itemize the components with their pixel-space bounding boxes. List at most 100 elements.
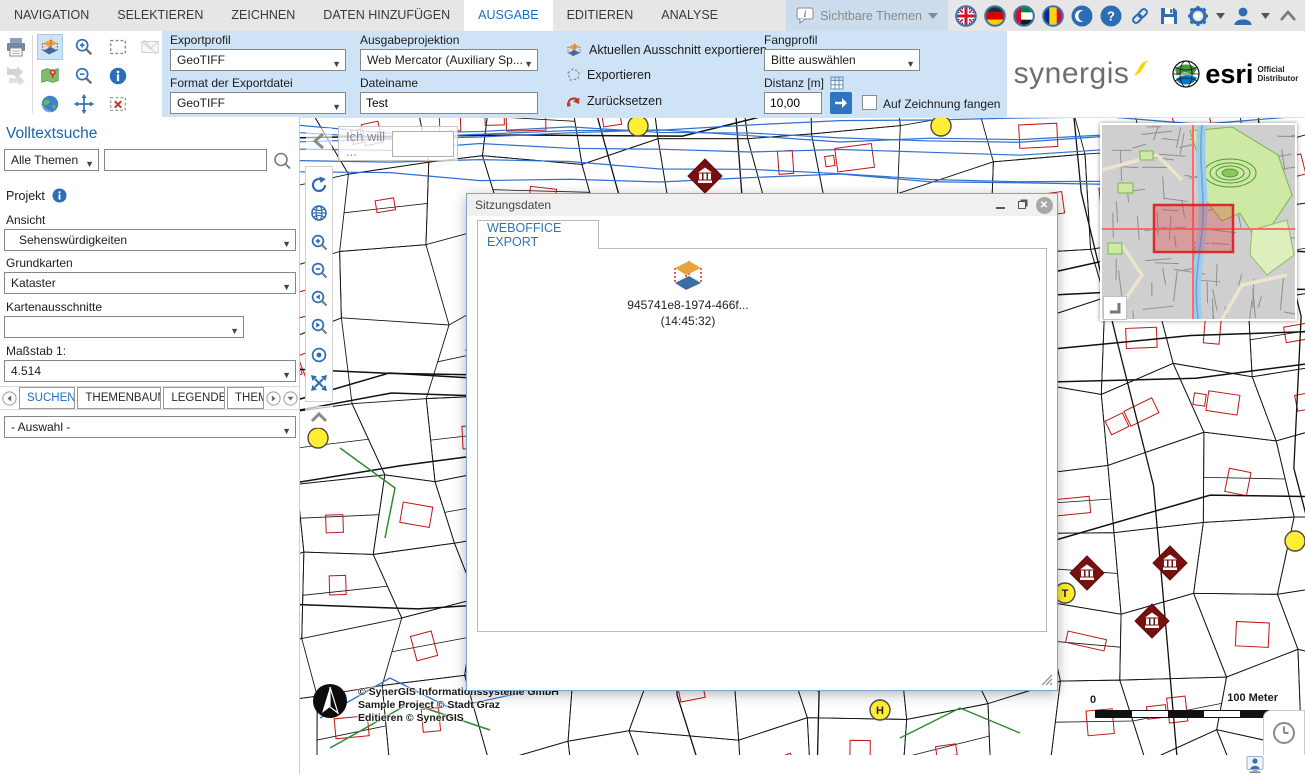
i-want-to-widget[interactable]: Ich will ... [338, 126, 458, 161]
zoom-next-icon[interactable] [309, 316, 329, 336]
overview-collapse-icon[interactable] [1103, 296, 1127, 320]
export-current-extent-button[interactable]: Aktuellen Ausschnitt exportieren [565, 41, 767, 59]
full-screen-expand-icon[interactable] [309, 373, 329, 393]
dialog-resize-handle[interactable] [1039, 672, 1053, 686]
collapse-ribbon-chevron-up-icon[interactable] [1277, 5, 1299, 27]
menu-zeichnen[interactable]: ZEICHNEN [217, 0, 309, 31]
snap-drawing-checkbox[interactable] [862, 95, 877, 110]
print-icon[interactable] [4, 35, 28, 59]
tab-themenbaum[interactable]: THEMENBAUM [77, 387, 161, 409]
menu-daten-hinzufuegen[interactable]: DATEN HINZUFÜGEN [309, 0, 464, 31]
menu-navigation[interactable]: NAVIGATION [0, 0, 103, 31]
menu-editieren[interactable]: EDITIEREN [553, 0, 648, 31]
reset-button[interactable]: Zurücksetzen [565, 93, 662, 109]
visible-themes-dropdown[interactable]: i Sichtbare Themen [786, 0, 948, 31]
export-extent-tool-icon[interactable] [38, 35, 62, 59]
dialog-restore-icon[interactable] [1013, 196, 1031, 214]
dialog-tab-weboffice-export[interactable]: WEBOFFICE EXPORT [477, 220, 599, 249]
scale-label: Maßstab 1: [6, 344, 66, 358]
export-data-disabled-icon[interactable] [4, 64, 28, 88]
map-extent-select[interactable]: ▼ [4, 316, 244, 338]
help-icon[interactable]: ? [1100, 5, 1122, 27]
dashed-polygon-icon [565, 67, 581, 83]
synergis-logo: synergis [1014, 59, 1150, 89]
menu-ausgabe[interactable]: AUSGABE [464, 0, 552, 31]
dialog-close-icon[interactable]: ✕ [1035, 196, 1053, 214]
view-select[interactable]: Sehenswürdigkeiten▼ [4, 229, 296, 251]
select-extent-icon[interactable] [106, 35, 130, 59]
search-icon[interactable] [272, 151, 292, 171]
info-tool-icon[interactable] [106, 64, 130, 88]
ausgabe-ribbon-panel: Exportprofil GeoTIFF▼ Format der Exportd… [162, 31, 1007, 117]
tabs-scroll-right-icon[interactable] [266, 391, 281, 406]
scalebar-distance-label: 100 Meter [1178, 692, 1278, 704]
map-toolbar-collapse-chevron-left-icon[interactable] [306, 128, 332, 154]
snap-drawing-label: Auf Zeichnung fangen [883, 97, 1000, 111]
tab-legende[interactable]: LEGENDE [163, 387, 225, 409]
map-toolbar-chevron-up-icon[interactable] [305, 406, 333, 428]
theme-filter-select[interactable]: Alle Themen▼ [4, 149, 99, 171]
share-link-icon[interactable] [1129, 5, 1151, 27]
distance-input[interactable] [764, 92, 822, 114]
weboffice-app: NAVIGATIONSELEKTIERENZEICHNENDATEN HINZU… [0, 0, 1305, 774]
copyright-line-3: Editieren © SynerGIS [358, 712, 559, 725]
selection-select[interactable]: - Auswahl -▼ [4, 416, 296, 438]
tabs-list-icon[interactable] [283, 391, 298, 406]
filename-input[interactable] [360, 92, 538, 114]
overview-map[interactable] [1100, 123, 1297, 321]
night-mode-crescent-icon[interactable] [1071, 5, 1093, 27]
pan-tool-icon[interactable] [72, 92, 96, 116]
earth-globe-icon[interactable] [38, 92, 62, 116]
esri-official-label: Official [1257, 65, 1284, 74]
zoom-previous-icon[interactable] [309, 288, 329, 308]
tabs-scroll-left-icon[interactable] [2, 391, 17, 406]
language-arabic-flag-icon[interactable] [1013, 5, 1035, 27]
export-profile-select[interactable]: GeoTIFF▼ [170, 49, 346, 71]
user-chevron-down-icon[interactable] [1261, 13, 1270, 19]
apply-distance-arrow-button[interactable] [830, 92, 852, 114]
zoom-in-icon[interactable] [309, 232, 329, 252]
refresh-map-icon[interactable] [309, 175, 329, 195]
settings-gear-icon[interactable] [1187, 5, 1209, 27]
scalebar-zero-label: 0 [1090, 694, 1096, 706]
menu-analyse[interactable]: ANALYSE [647, 0, 732, 31]
session-time-panel[interactable] [1263, 710, 1305, 755]
filename-label: Dateiname [360, 76, 418, 90]
map-with-pin-icon[interactable] [38, 64, 62, 88]
language-romanian-flag-icon[interactable] [1042, 5, 1064, 27]
export-format-select[interactable]: GeoTIFF▼ [170, 92, 346, 114]
zoom-out-tool-icon[interactable] [72, 64, 96, 88]
esri-distributor-label: Distributor [1257, 74, 1298, 83]
projection-select[interactable]: Web Mercator (Auxiliary Sp...▼ [360, 49, 538, 71]
language-english-flag-icon[interactable] [955, 5, 977, 27]
export-result-item[interactable]: 945741e8-1974-466f... (14:45:32) [608, 257, 768, 328]
language-german-flag-icon[interactable] [984, 5, 1006, 27]
send-mail-disabled-icon[interactable] [138, 35, 162, 59]
toolbar-icon-group [0, 31, 162, 117]
scale-select[interactable]: 4.514▼ [4, 360, 296, 382]
project-label: Projekt [6, 189, 45, 203]
center-map-icon[interactable] [309, 345, 329, 365]
full-extent-globe-icon[interactable] [309, 203, 329, 223]
distance-grid-icon[interactable] [830, 76, 844, 90]
session-user-icon[interactable] [1245, 756, 1265, 774]
project-info-icon[interactable] [52, 188, 67, 203]
user-account-icon[interactable] [1232, 5, 1254, 27]
zoom-in-tool-icon[interactable] [72, 35, 96, 59]
menu-selektieren[interactable]: SELEKTIEREN [103, 0, 217, 31]
zoom-out-icon[interactable] [309, 260, 329, 280]
map-copyright: © SynerGIS Informationssysteme GmbH Samp… [358, 686, 559, 725]
basemap-select[interactable]: Kataster▼ [4, 272, 296, 294]
dialog-titlebar[interactable]: Sitzungsdaten ✕ [467, 194, 1057, 216]
map-navigation-toolbar [305, 166, 333, 402]
export-polygon-button[interactable]: Exportieren [565, 67, 651, 83]
clear-extent-icon[interactable] [106, 92, 130, 116]
dialog-minimize-icon[interactable] [991, 196, 1009, 214]
tab-thematische-clipped[interactable]: THEM [227, 387, 264, 409]
save-session-icon[interactable] [1158, 5, 1180, 27]
tab-suchen[interactable]: SUCHEN [19, 387, 75, 409]
settings-chevron-down-icon[interactable] [1216, 13, 1225, 19]
i-want-to-input[interactable] [392, 131, 454, 157]
snap-profile-select[interactable]: Bitte auswählen▼ [764, 49, 920, 71]
fulltext-search-input[interactable] [104, 149, 267, 171]
